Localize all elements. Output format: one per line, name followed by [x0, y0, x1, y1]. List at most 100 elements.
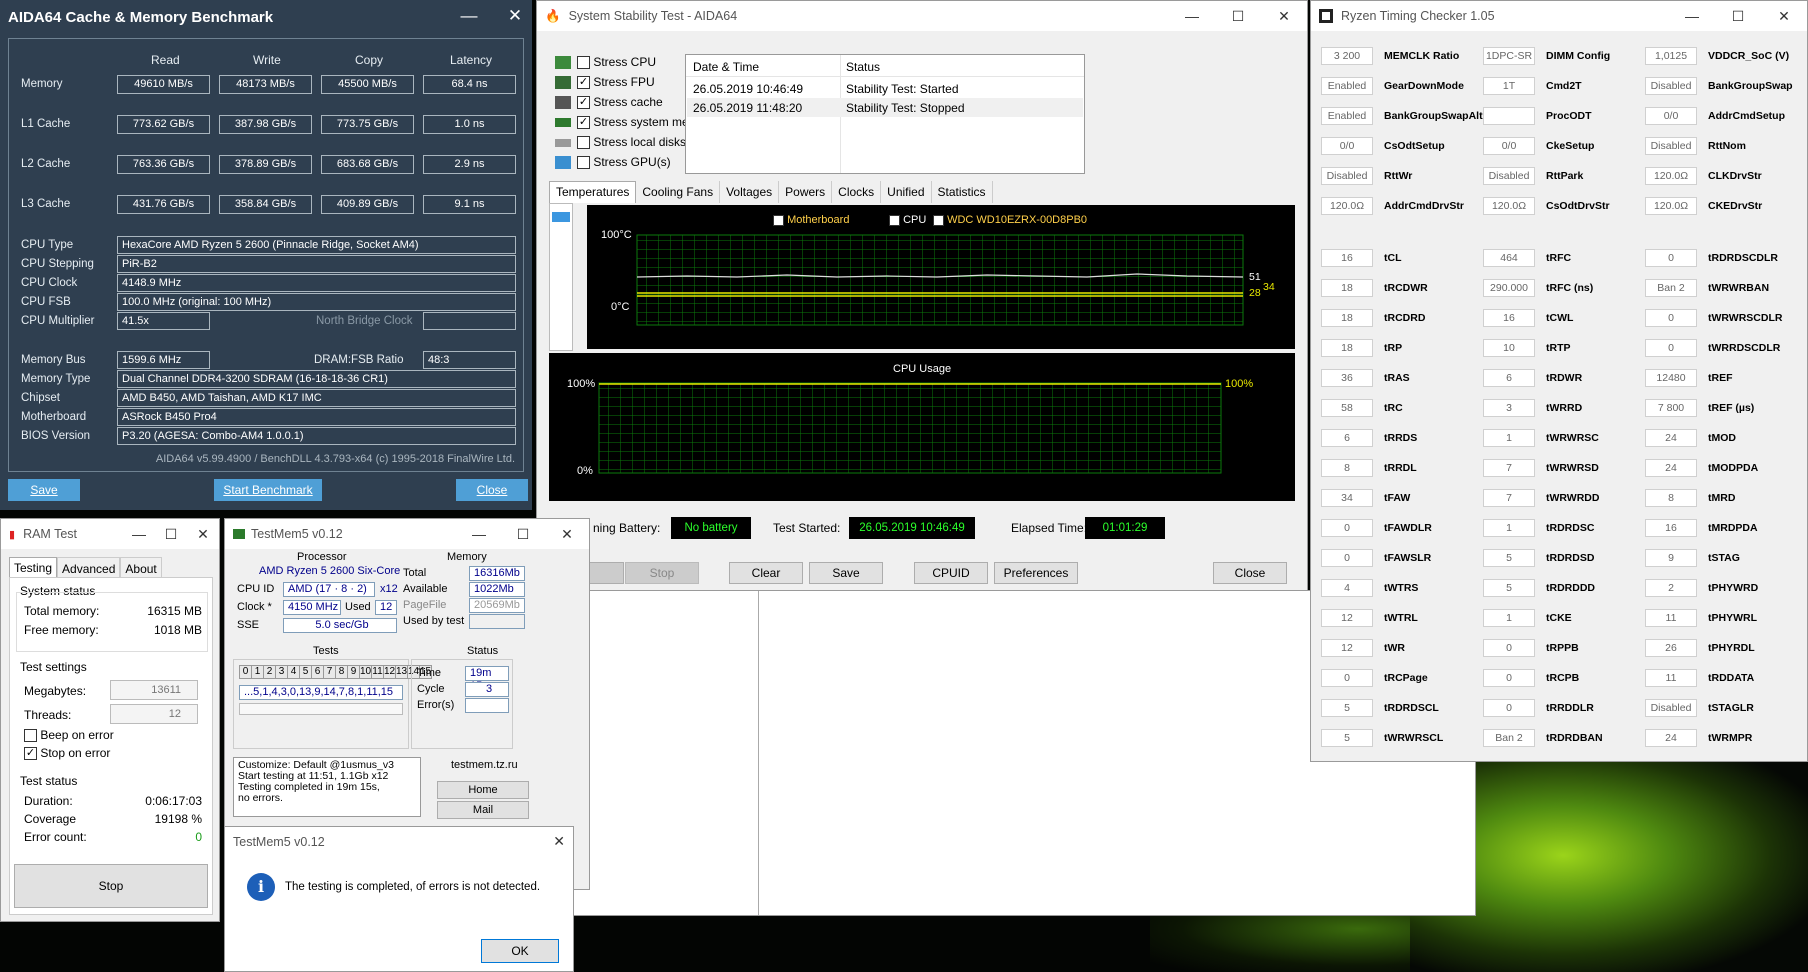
timing-label: tPHYWRD	[1708, 582, 1759, 594]
value-cpu: 28	[1249, 287, 1261, 299]
timing-label: CKEDrvStr	[1708, 200, 1763, 212]
battery-label: ning Battery:	[593, 521, 661, 535]
y-min-label: 0°C	[611, 301, 630, 313]
dialog-title: TestMem5 v0.12	[233, 835, 325, 849]
processor-heading: Processor	[297, 551, 347, 563]
stop-button[interactable]: Stop	[625, 562, 699, 584]
timing-label: tRC	[1384, 402, 1403, 414]
y-max-label: 100%	[567, 378, 596, 390]
close-window-button[interactable]: ✕	[187, 519, 219, 549]
usage-value: 100%	[1225, 378, 1254, 390]
legend-motherboard[interactable]: ✓ Motherboard	[773, 214, 849, 226]
website-label: testmem.tz.ru	[451, 759, 518, 771]
timing-value: 3	[1483, 399, 1535, 417]
col-latency: Latency	[450, 53, 493, 67]
stop-on-error-checkbox[interactable]: ✓	[24, 747, 37, 761]
legend-checkbox[interactable]: ✓	[773, 214, 784, 226]
value-field: 49610 MB/s	[117, 75, 210, 94]
stress-cache-checkbox[interactable]: ✓	[577, 96, 590, 110]
tab-statistics[interactable]: Statistics	[932, 181, 993, 203]
info-value: 4148.9 MHz	[117, 274, 516, 292]
stress-memory-checkbox[interactable]: ✓	[577, 116, 590, 130]
save-button[interactable]: Save	[809, 562, 883, 584]
maximize-button[interactable]: ☐	[155, 519, 187, 549]
timing-label: DIMM Config	[1546, 50, 1611, 62]
value-field: 9.1 ns	[423, 195, 516, 214]
value-field: 773.62 GB/s	[117, 115, 210, 134]
clear-button[interactable]: Clear	[729, 562, 803, 584]
minimize-button[interactable]: —	[123, 519, 155, 549]
beep-option[interactable]: Beep on error	[24, 728, 114, 743]
timing-value: 120.0Ω	[1645, 167, 1697, 185]
tab-unified[interactable]: Unified	[881, 181, 932, 203]
timing-value: 12480	[1645, 369, 1697, 387]
timing-value: 4	[1321, 579, 1373, 597]
timing-value: 0	[1645, 339, 1697, 357]
ok-button[interactable]: OK	[481, 939, 559, 963]
stop-on-error-option[interactable]: ✓ Stop on error	[24, 746, 110, 761]
timing-label: tMRD	[1708, 492, 1736, 504]
timing-label: tRRDL	[1384, 462, 1417, 474]
minimize-button[interactable]: —	[458, 6, 480, 28]
col-read: Read	[151, 53, 180, 67]
scroll-thumb[interactable]	[552, 212, 570, 222]
stop-button[interactable]: Stop	[14, 864, 208, 908]
timing-label: RttPark	[1546, 170, 1584, 182]
maximize-button[interactable]: ☐	[501, 519, 545, 549]
megabytes-input[interactable]: 13611	[110, 680, 198, 700]
close-window-button[interactable]: ✕	[1761, 1, 1807, 31]
log-cell: Stability Test: Stopped	[846, 101, 965, 115]
preferences-button[interactable]: Preferences	[994, 562, 1078, 584]
timing-value: 0/0	[1321, 137, 1373, 155]
threads-input[interactable]: 12	[110, 704, 198, 724]
stress-gpu-checkbox[interactable]	[577, 156, 590, 170]
close-button[interactable]: Close	[456, 479, 528, 501]
legend-checkbox[interactable]: ✓	[889, 214, 900, 226]
close-dialog-button[interactable]: ✕	[553, 833, 565, 850]
tab-temperatures[interactable]: Temperatures	[549, 181, 637, 203]
tab-voltages[interactable]: Voltages	[720, 181, 780, 203]
sensor-scroll[interactable]	[549, 203, 573, 351]
close-window-button[interactable]: ✕	[504, 6, 526, 28]
timing-value: 1T	[1483, 77, 1535, 95]
legend-hdd[interactable]: ✓ WDC WD10EZRX-00D8PB0	[933, 214, 1087, 226]
home-button[interactable]: Home	[437, 781, 529, 799]
tab-powers[interactable]: Powers	[779, 181, 833, 203]
stress-cpu-checkbox[interactable]	[577, 56, 590, 70]
legend-cpu[interactable]: ✓ CPU	[889, 214, 926, 226]
timing-label: tCWL	[1546, 312, 1574, 324]
timing-label: tMODPDA	[1708, 462, 1759, 474]
timing-label: tRCDWR	[1384, 282, 1428, 294]
timing-value: 8	[1645, 489, 1697, 507]
close-window-button[interactable]: ✕	[545, 519, 589, 549]
timing-value: 1,0125	[1645, 47, 1697, 65]
timing-value: 0/0	[1483, 137, 1535, 155]
minimize-button[interactable]: —	[457, 519, 501, 549]
timing-label: CLKDrvStr	[1708, 170, 1762, 182]
timing-value: 11	[1645, 669, 1697, 687]
start-benchmark-button[interactable]: Start Benchmark	[214, 479, 322, 501]
stress-fpu-checkbox[interactable]: ✓	[577, 76, 590, 90]
total-memory-label: Total memory:	[24, 604, 100, 618]
mail-button[interactable]: Mail	[437, 801, 529, 819]
cpuid-button[interactable]: CPUID	[914, 562, 988, 584]
cycle-label: Cycle	[417, 683, 445, 695]
benchmark-panel: Read Write Copy Latency Memory 49610 MB/…	[8, 38, 524, 472]
save-button[interactable]: Save	[8, 479, 80, 501]
minimize-button[interactable]: —	[1169, 1, 1215, 31]
close-window-button[interactable]: ✕	[1261, 1, 1307, 31]
maximize-button[interactable]: ☐	[1715, 1, 1761, 31]
window-controls: — ☐ ✕	[123, 519, 219, 549]
minimize-button[interactable]: —	[1669, 1, 1715, 31]
timing-value: 11	[1645, 609, 1697, 627]
test-status-heading: Test status	[20, 774, 78, 788]
info-value: 1599.6 MHz	[117, 351, 210, 369]
timing-label: tRCPage	[1384, 672, 1428, 684]
beep-checkbox[interactable]	[24, 729, 37, 743]
legend-checkbox[interactable]: ✓	[933, 214, 944, 226]
tab-cooling-fans[interactable]: Cooling Fans	[636, 181, 721, 203]
stress-disks-checkbox[interactable]	[577, 136, 590, 150]
tab-clocks[interactable]: Clocks	[832, 181, 882, 203]
maximize-button[interactable]: ☐	[1215, 1, 1261, 31]
close-button[interactable]: Close	[1213, 562, 1287, 584]
